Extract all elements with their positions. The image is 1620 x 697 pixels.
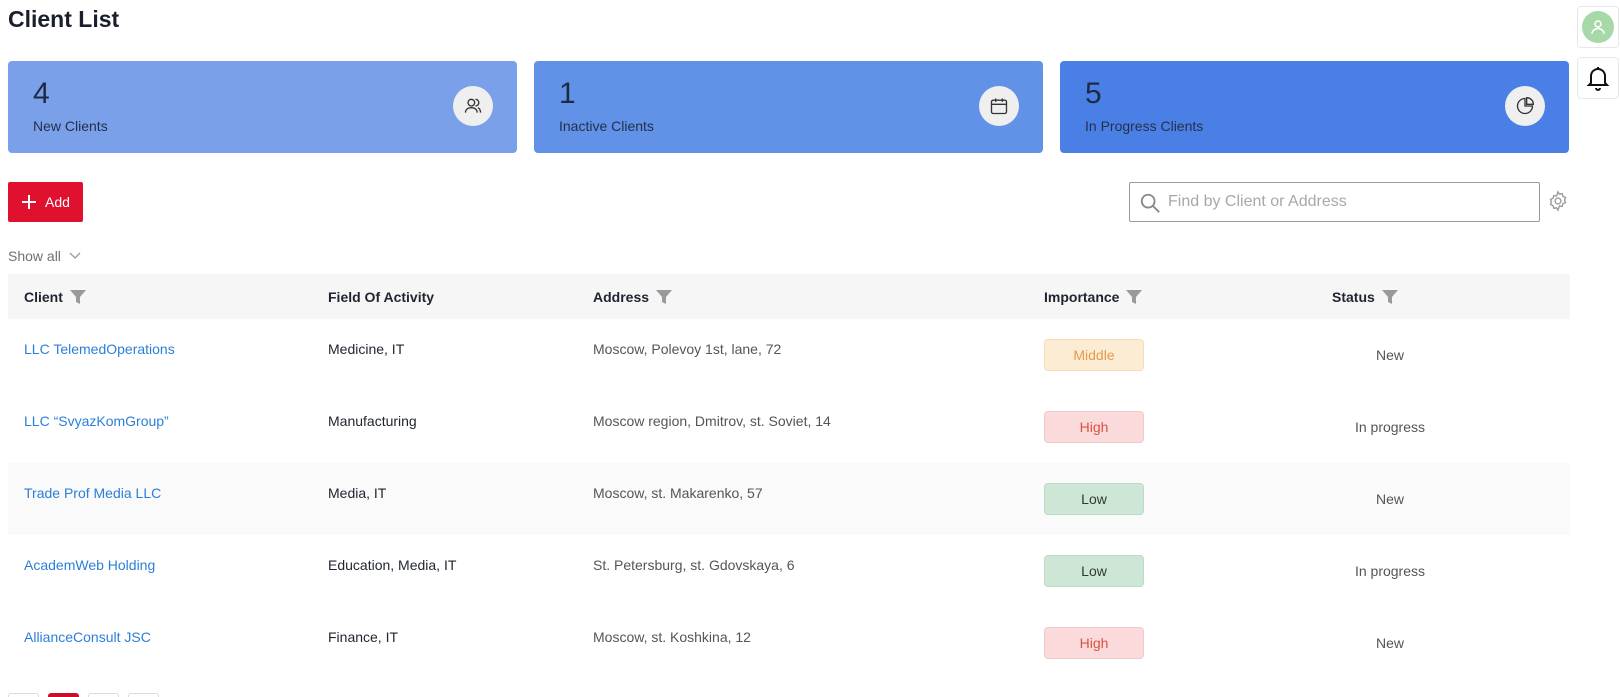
field-of-activity: Medicine, IT xyxy=(328,341,405,357)
user-avatar-button[interactable] xyxy=(1577,6,1619,48)
table-row[interactable]: Trade Prof Media LLC Media, IT Moscow, s… xyxy=(8,463,1570,535)
field-of-activity: Media, IT xyxy=(328,485,387,501)
client-link[interactable]: LLC TelemedOperations xyxy=(24,319,175,379)
column-address[interactable]: Address xyxy=(593,274,673,319)
filter-icon[interactable] xyxy=(69,289,86,305)
table-row[interactable]: LLC TelemedOperations Medicine, IT Mosco… xyxy=(8,319,1570,391)
table-row[interactable]: LLC “SvyazKomGroup” Manufacturing Moscow… xyxy=(8,391,1570,463)
importance-badge: Low xyxy=(1044,483,1144,515)
stat-label: New Clients xyxy=(33,118,108,134)
page-title: Client List xyxy=(8,6,120,32)
bell-icon xyxy=(1586,67,1610,91)
search-icon xyxy=(1140,193,1160,213)
column-importance[interactable]: Importance xyxy=(1044,274,1143,319)
pagination-page[interactable] xyxy=(88,693,119,697)
client-link[interactable]: AcademWeb Holding xyxy=(24,535,155,595)
stat-card-inactive-clients[interactable]: 1 Inactive Clients xyxy=(534,61,1043,153)
importance-badge: Low xyxy=(1044,555,1144,587)
stat-label: Inactive Clients xyxy=(559,118,654,134)
importance-cell: Middle xyxy=(1044,325,1144,385)
show-all-label: Show all xyxy=(8,248,61,264)
right-rail xyxy=(1570,0,1620,697)
pagination-next[interactable] xyxy=(128,693,159,697)
table-row[interactable]: AcademWeb Holding Education, Media, IT S… xyxy=(8,535,1570,607)
status: In progress xyxy=(1354,563,1426,579)
address: St. Petersburg, st. Gdovskaya, 6 xyxy=(593,557,795,573)
stat-card-in-progress-clients[interactable]: 5 In Progress Clients xyxy=(1060,61,1569,153)
show-all-filter[interactable]: Show all xyxy=(8,248,81,264)
field-of-activity: Education, Media, IT xyxy=(328,557,457,573)
client-link[interactable]: AllianceConsult JSC xyxy=(24,607,151,667)
status: New xyxy=(1375,635,1404,651)
pagination-prev[interactable] xyxy=(8,693,39,697)
client-link[interactable]: LLC “SvyazKomGroup” xyxy=(24,391,169,451)
stat-card-new-clients[interactable]: 4 New Clients xyxy=(8,61,517,153)
search-box[interactable] xyxy=(1129,182,1540,222)
status: New xyxy=(1375,347,1404,363)
column-field-of-activity: Field Of Activity xyxy=(328,288,435,305)
stat-value: 1 xyxy=(559,77,576,110)
importance-badge: High xyxy=(1044,411,1144,443)
column-client[interactable]: Client xyxy=(24,274,86,319)
gear-icon xyxy=(1549,190,1567,212)
address: Moscow, Polevoy 1st, lane, 72 xyxy=(593,341,782,357)
importance-badge: Middle xyxy=(1044,339,1144,371)
importance-badge: High xyxy=(1044,627,1144,659)
importance-cell: Low xyxy=(1044,469,1144,529)
importance-cell: Low xyxy=(1044,541,1144,601)
table-row[interactable]: AllianceConsult JSC Finance, IT Moscow, … xyxy=(8,607,1570,679)
plus-icon xyxy=(22,195,37,209)
user-icon xyxy=(1582,11,1614,43)
client-table: Client Field Of Activity Address Importa… xyxy=(8,274,1570,679)
filter-icon[interactable] xyxy=(1126,289,1143,305)
importance-cell: High xyxy=(1044,397,1144,457)
stat-value: 5 xyxy=(1085,77,1102,110)
status: New xyxy=(1375,491,1404,507)
users-icon xyxy=(453,86,493,126)
table-header: Client Field Of Activity Address Importa… xyxy=(8,274,1570,319)
address: Moscow, st. Makarenko, 57 xyxy=(593,485,763,501)
client-link[interactable]: Trade Prof Media LLC xyxy=(24,463,161,523)
filter-icon[interactable] xyxy=(656,289,673,305)
chevron-down-icon xyxy=(69,252,81,259)
search-input[interactable] xyxy=(1168,183,1528,221)
status: In progress xyxy=(1354,419,1426,435)
field-of-activity: Finance, IT xyxy=(328,629,399,645)
stat-value: 4 xyxy=(33,77,50,110)
table-settings-button[interactable] xyxy=(1547,190,1569,217)
calendar-icon xyxy=(979,86,1019,126)
add-button-label: Add xyxy=(45,194,70,210)
pie-chart-icon xyxy=(1505,86,1545,126)
address: Moscow region, Dmitrov, st. Soviet, 14 xyxy=(593,413,831,429)
importance-cell: High xyxy=(1044,613,1144,673)
column-status[interactable]: Status xyxy=(1332,274,1398,319)
stat-label: In Progress Clients xyxy=(1085,118,1204,134)
pagination-page-current[interactable] xyxy=(48,693,79,697)
field-of-activity: Manufacturing xyxy=(328,413,417,429)
notifications-button[interactable] xyxy=(1577,57,1619,99)
address: Moscow, st. Koshkina, 12 xyxy=(593,629,751,645)
filter-icon[interactable] xyxy=(1381,289,1398,305)
add-client-button[interactable]: Add xyxy=(8,182,83,222)
